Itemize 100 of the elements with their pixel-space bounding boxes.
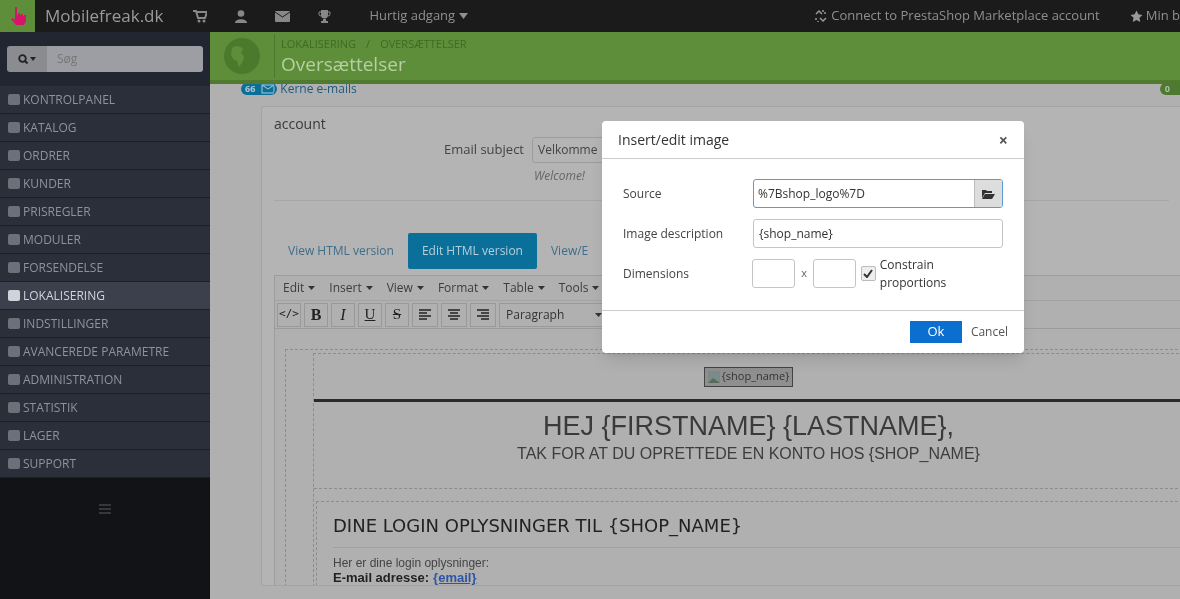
favorites-link[interactable]: Min b bbox=[1145, 6, 1180, 26]
caret-icon bbox=[537, 286, 545, 290]
close-button[interactable]: × bbox=[998, 127, 1008, 152]
sidebar-item[interactable]: LOKALISERING bbox=[0, 282, 210, 310]
sidebar-item[interactable]: MODULER bbox=[0, 226, 210, 254]
menu-item-icon bbox=[8, 318, 20, 329]
trophy-icon[interactable] bbox=[318, 9, 332, 23]
sidebar-item[interactable]: ORDRER bbox=[0, 142, 210, 170]
menu-item-icon bbox=[8, 150, 20, 161]
email-greeting: HEJ {FIRSTNAME} {LASTNAME}, bbox=[541, 410, 956, 442]
sidebar-item[interactable]: KONTROLPANEL bbox=[0, 86, 210, 114]
caret-icon bbox=[592, 286, 600, 290]
menu-item-icon bbox=[8, 290, 20, 301]
search-icon[interactable] bbox=[7, 46, 47, 72]
breadcrumb-separator: / bbox=[366, 35, 371, 53]
broken-link-icon[interactable] bbox=[814, 9, 829, 23]
align-center-button[interactable] bbox=[441, 302, 467, 327]
menu-item-icon bbox=[8, 206, 20, 217]
menu-item-icon bbox=[8, 234, 20, 245]
section-link[interactable]: Kerne e-mails bbox=[280, 84, 357, 98]
section-heading: DINE LOGIN OPLYSNINGER TIL {SHOP_NAME} bbox=[333, 512, 1180, 548]
mail-icon[interactable] bbox=[275, 10, 291, 22]
align-center-icon bbox=[448, 309, 460, 320]
broken-image-icon bbox=[707, 370, 720, 383]
menu-item-icon bbox=[8, 94, 20, 105]
menu-item-icon bbox=[8, 374, 20, 385]
underline-button[interactable]: U bbox=[358, 302, 382, 327]
field-label: Dimensions bbox=[623, 264, 690, 283]
image-placeholder[interactable]: {shop_name} bbox=[703, 366, 794, 387]
sidebar-item[interactable]: STATISTIK bbox=[0, 394, 210, 422]
menu-item-icon bbox=[8, 178, 20, 189]
editor-menu[interactable]: Table bbox=[503, 279, 545, 297]
star-icon[interactable] bbox=[1129, 9, 1143, 23]
italic-button[interactable]: I bbox=[331, 302, 355, 327]
caret-icon bbox=[308, 286, 316, 290]
menu-item-icon bbox=[8, 262, 20, 273]
email-link[interactable]: {email} bbox=[433, 570, 477, 585]
menu-item-icon bbox=[8, 122, 20, 133]
count-badge: 66 bbox=[241, 84, 260, 95]
align-right-button[interactable] bbox=[470, 302, 496, 327]
field-label: Email subject bbox=[444, 140, 524, 160]
quick-access-menu[interactable]: Hurtig adgang bbox=[369, 6, 469, 26]
dialog-title: Insert/edit image bbox=[618, 129, 730, 150]
image-alt-text: {shop_name} bbox=[721, 368, 790, 385]
caret-icon bbox=[416, 286, 424, 290]
caret-icon bbox=[595, 312, 602, 317]
menu-item-icon bbox=[8, 346, 20, 357]
cancel-button[interactable]: Cancel bbox=[970, 323, 1008, 341]
template-name: account bbox=[274, 113, 327, 134]
menu-item-icon bbox=[8, 402, 20, 413]
sidebar-item[interactable]: SUPPORT bbox=[0, 450, 210, 478]
times-sign: x bbox=[801, 265, 808, 282]
checkbox[interactable] bbox=[860, 266, 876, 281]
page-title: Oversættelser bbox=[281, 52, 407, 77]
caret-icon bbox=[482, 286, 490, 290]
align-right-icon bbox=[477, 309, 489, 320]
editor-menu[interactable]: Tools bbox=[558, 279, 600, 297]
sidebar-item[interactable]: KATALOG bbox=[0, 114, 210, 142]
bold-button[interactable]: B bbox=[304, 302, 328, 327]
code-button[interactable]: </> bbox=[277, 302, 301, 327]
editor-tab[interactable]: Edit HTML version bbox=[407, 233, 537, 269]
caret-icon bbox=[365, 286, 373, 290]
user-icon[interactable] bbox=[235, 9, 248, 23]
editor-menu[interactable]: View bbox=[386, 279, 424, 297]
width-field[interactable] bbox=[752, 259, 796, 288]
align-left-button[interactable] bbox=[412, 302, 438, 327]
field-label: Source bbox=[623, 184, 663, 203]
sidebar-item[interactable]: AVANCEREDE PARAMETRE bbox=[0, 338, 210, 366]
checkbox-label[interactable]: Constrain proportions bbox=[879, 255, 1003, 292]
shop-name[interactable]: Mobilefreak.dk bbox=[45, 3, 164, 29]
folder-icon[interactable] bbox=[975, 180, 1002, 207]
field-hint: Welcome! bbox=[534, 167, 586, 185]
count-badge: 0 bbox=[1159, 84, 1180, 95]
sidebar-item[interactable]: INDSTILLINGER bbox=[0, 310, 210, 338]
caret-icon bbox=[459, 13, 469, 19]
align-left-icon bbox=[419, 309, 431, 320]
field-label: E-mail adresse: bbox=[333, 570, 430, 585]
sidebar-item[interactable]: ADMINISTRATION bbox=[0, 366, 210, 394]
source-field[interactable]: %7Bshop_logo%7D bbox=[753, 179, 1003, 208]
sidebar-item[interactable]: PRISREGLER bbox=[0, 198, 210, 226]
ok-button[interactable]: Ok bbox=[909, 321, 962, 343]
editor-tab[interactable]: View/E bbox=[536, 233, 603, 269]
marketplace-link[interactable]: Connect to PrestaShop Marketplace account bbox=[831, 6, 1100, 26]
menu-item-icon bbox=[8, 458, 20, 469]
body-text: Her er dine login oplysninger: bbox=[333, 556, 491, 570]
sidebar-item[interactable]: KUNDER bbox=[0, 170, 210, 198]
editor-menu[interactable]: Insert bbox=[329, 279, 373, 297]
field-label: Image description bbox=[623, 224, 725, 243]
editor-tab[interactable]: View HTML version bbox=[274, 233, 408, 269]
sidebar-item[interactable]: LAGER bbox=[0, 422, 210, 450]
sidebar-item[interactable]: FORSENDELSE bbox=[0, 254, 210, 282]
menu-item-icon bbox=[8, 430, 20, 441]
strike-button[interactable]: S bbox=[385, 302, 409, 327]
envelope-icon bbox=[259, 84, 278, 95]
description-field[interactable]: {shop_name} bbox=[753, 219, 1003, 248]
editor-menu[interactable]: Format bbox=[437, 279, 490, 297]
height-field[interactable] bbox=[813, 259, 856, 288]
editor-menu[interactable]: Edit bbox=[283, 279, 316, 297]
email-subheading: TAK FOR AT DU OPRETTEDE EN KONTO HOS {SHOP_NAME} bbox=[516, 444, 981, 464]
cart-icon[interactable] bbox=[193, 9, 208, 23]
